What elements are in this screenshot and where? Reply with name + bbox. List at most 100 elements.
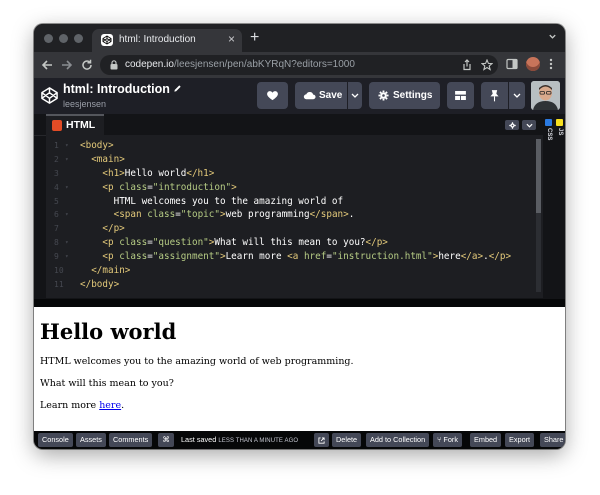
pin-button[interactable]: [481, 82, 508, 109]
code-line[interactable]: </p>: [80, 222, 540, 236]
add-to-collection-button[interactable]: Add to Collection: [366, 433, 430, 447]
code-line[interactable]: <p class="question">What will this mean …: [80, 236, 540, 250]
last-saved-label: Last saved: [181, 435, 217, 444]
fold-arrow-icon[interactable]: ▾: [65, 208, 69, 222]
code-token-str: "instruction.html": [331, 251, 433, 263]
share-icon[interactable]: [461, 59, 473, 71]
code-token-txt: Hello world: [124, 167, 187, 179]
reload-icon[interactable]: [81, 59, 93, 71]
code-line[interactable]: </body>: [80, 278, 540, 292]
forward-arrow-icon[interactable]: [61, 59, 73, 71]
fork-button[interactable]: ⑂ Fork: [433, 433, 463, 447]
code-line[interactable]: <h1>Hello world</h1>: [80, 167, 540, 181]
fold-arrow-icon[interactable]: ▾: [65, 153, 69, 167]
profile-avatar[interactable]: [526, 57, 540, 71]
save-button[interactable]: Save: [295, 82, 347, 109]
delete-button[interactable]: Delete: [332, 433, 362, 447]
bookmark-star-icon[interactable]: [481, 59, 493, 71]
close-window-dot[interactable]: [44, 34, 53, 43]
browser-tab[interactable]: html: Introduction ×: [92, 29, 242, 52]
code-line[interactable]: <main>: [80, 153, 540, 167]
pin-options-button[interactable]: [509, 82, 525, 109]
code-token-tag: <body>: [80, 140, 114, 151]
panel-resizer[interactable]: [34, 299, 565, 307]
embed-button[interactable]: Embed: [470, 433, 502, 447]
code-line[interactable]: <span class="topic">web programming</spa…: [80, 208, 540, 222]
codepen-logo-icon[interactable]: [40, 86, 59, 105]
line-number-text: 11: [54, 279, 64, 289]
comments-button[interactable]: Comments: [109, 433, 153, 447]
cloud-icon: [303, 92, 316, 100]
settings-button[interactable]: Settings: [369, 82, 440, 109]
code-token-attr: class: [119, 181, 148, 193]
side-panel-icon[interactable]: [506, 58, 518, 70]
code-editor[interactable]: 1 ▾ 2 ▾ 3 4 ▾ 5 6 ▾ 7 8 ▾ 9 ▾ 10 11 <body> <main> <h1>He…: [46, 135, 543, 298]
fold-arrow-icon[interactable]: ▾: [65, 250, 69, 264]
code-token-tag: </main>: [91, 265, 131, 277]
fold-arrow-icon[interactable]: ▾: [65, 181, 69, 195]
code-content[interactable]: <body> <main> <h1>Hello world</h1> <p cl…: [80, 139, 540, 292]
save-options-button[interactable]: [348, 82, 362, 109]
code-token-tag: </span>: [309, 209, 349, 221]
preview-here-link[interactable]: here: [99, 400, 121, 411]
preview-assignment: Learn more here.: [40, 400, 124, 411]
console-button[interactable]: Console: [38, 433, 73, 447]
code-token-attr: href: [303, 251, 327, 263]
assets-button[interactable]: Assets: [76, 433, 106, 447]
export-button[interactable]: Export: [505, 433, 535, 447]
keyboard-shortcuts-button[interactable]: ⌘: [158, 433, 174, 447]
editor-scrollbar[interactable]: [536, 139, 541, 292]
back-arrow-icon[interactable]: [41, 59, 53, 71]
editor-settings-button[interactable]: [505, 120, 519, 130]
editor-scrollbar-thumb[interactable]: [536, 139, 541, 213]
code-line[interactable]: <p class="introduction">: [80, 181, 540, 195]
chevron-down-icon[interactable]: [548, 32, 557, 41]
code-line[interactable]: </main>: [80, 264, 540, 278]
line-number: 1 ▾: [46, 139, 80, 153]
url-path: /leesjensen/pen/abKYRqN?editors=1000: [173, 59, 355, 70]
address-bar[interactable]: codepen.io/leesjensen/pen/abKYRqN?editor…: [100, 55, 498, 75]
share-button[interactable]: Share: [540, 433, 565, 447]
more-vertical-icon[interactable]: [548, 58, 554, 70]
gear-icon: [508, 121, 516, 129]
line-number: 10: [46, 264, 80, 278]
pen-author[interactable]: leesjensen: [63, 99, 106, 109]
url-text[interactable]: codepen.io/leesjensen/pen/abKYRqN?editor…: [125, 59, 355, 70]
gear-icon: [378, 90, 389, 101]
last-saved-time: LESS THAN A MINUTE AGO: [218, 438, 299, 444]
js-panel-label: JS: [557, 128, 563, 136]
browser-toolbar: codepen.io/leesjensen/pen/abKYRqN?editor…: [34, 52, 565, 78]
minimize-window-dot[interactable]: [59, 34, 68, 43]
lock-icon: [110, 60, 118, 70]
code-token-tag: <h1>: [102, 167, 125, 179]
tab-title: html: Introduction: [119, 34, 196, 45]
line-number-text: 2: [54, 154, 59, 164]
user-avatar[interactable]: [531, 81, 560, 110]
code-token-txt: HTML welcomes you to the amazing world o…: [113, 195, 344, 207]
change-view-button[interactable]: [447, 82, 474, 109]
fold-arrow-icon[interactable]: ▾: [65, 139, 69, 153]
code-line[interactable]: <body>: [80, 139, 540, 153]
pencil-icon[interactable]: [173, 84, 182, 93]
code-token-str: "introduction": [152, 181, 232, 193]
open-external-button[interactable]: [314, 433, 329, 447]
chevron-down-icon: [513, 93, 521, 98]
tab-html[interactable]: HTML: [46, 114, 104, 135]
code-token-attr: class: [119, 251, 148, 263]
zoom-window-dot[interactable]: [74, 34, 83, 43]
love-button[interactable]: [257, 82, 288, 109]
pin-icon: [490, 90, 499, 102]
new-tab-button[interactable]: +: [250, 29, 259, 47]
fold-arrow-icon[interactable]: ▾: [65, 236, 69, 250]
url-domain: codepen.io: [125, 59, 174, 70]
user-photo-icon: [531, 81, 560, 110]
editor-options-button[interactable]: [522, 120, 536, 130]
code-line[interactable]: HTML welcomes you to the amazing world o…: [80, 195, 540, 209]
pen-title[interactable]: html: Introduction: [63, 82, 182, 96]
code-line[interactable]: <p class="assignment">Learn more <a href…: [80, 250, 540, 264]
code-token-tag: </a>: [460, 251, 484, 263]
tab-close-icon[interactable]: ×: [228, 32, 235, 47]
